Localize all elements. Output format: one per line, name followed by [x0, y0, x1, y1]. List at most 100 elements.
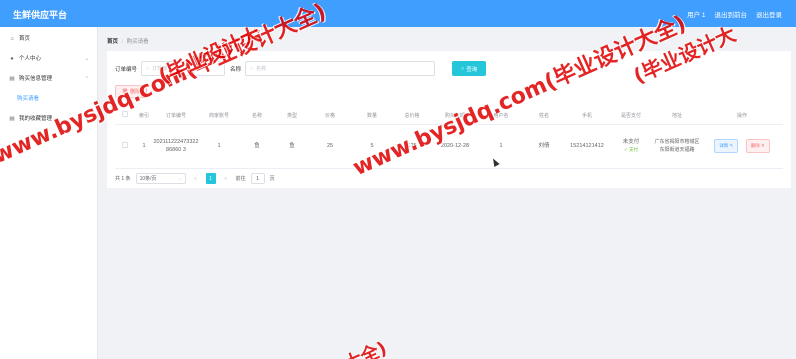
cell-paid: 未支付 ✓ 支付: [609, 124, 653, 169]
cell-realname: 刘倩: [523, 124, 565, 169]
search-icon: ○: [460, 65, 465, 72]
column-header: 是否支付: [609, 107, 653, 125]
page-size-select[interactable]: 10条/页 ⌄: [135, 173, 186, 184]
cell-price: 25: [309, 124, 351, 169]
column-header: 手机: [565, 107, 609, 125]
row-delete-button[interactable]: 删除 ✕: [745, 139, 770, 153]
next-page-button[interactable]: >: [221, 173, 231, 184]
edit-icon: ✎: [729, 143, 734, 148]
query-button[interactable]: ○ 查询: [452, 61, 487, 76]
back-to-front-link[interactable]: 退出到前台: [715, 9, 748, 19]
name-placeholder: 名称: [256, 66, 267, 72]
cell-date: 2020-12-28: [431, 124, 479, 169]
pager-total: 共 1 条: [115, 176, 131, 182]
batch-delete-label: 删除: [130, 89, 141, 95]
column-header: 商家账号: [199, 107, 239, 125]
sidebar-item-label: 我的收藏管理: [19, 116, 53, 122]
name-label: 名称: [230, 66, 242, 73]
name-input[interactable]: ○ 名称: [245, 61, 436, 76]
query-button-label: 查询: [466, 66, 478, 73]
table-header-row: 索引 订单编号 商家账号 名称 类型 价格 数量 总价格 购买日期 用户名 姓名…: [115, 107, 783, 125]
column-header: 名称: [239, 107, 275, 125]
column-header: 地址: [653, 107, 701, 125]
search-icon: ○: [250, 65, 254, 72]
column-header: 数量: [351, 107, 393, 125]
column-header: 购买日期: [431, 107, 479, 125]
cell-phone: 15214121412: [565, 124, 609, 169]
cell-actions: 详情 ✎ 删除 ✕: [701, 124, 783, 169]
table-row: 1 20211122247332286860 3 1 鱼 鱼 25 5 125 …: [115, 124, 783, 169]
chevron-down-icon: ⌄: [178, 176, 182, 181]
select-all-checkbox[interactable]: [122, 111, 128, 118]
row-select-cell[interactable]: [115, 124, 135, 169]
select-all-header[interactable]: [115, 107, 135, 125]
pay-link[interactable]: ✓ 支付: [609, 146, 653, 154]
logout-link[interactable]: 退出登录: [756, 9, 782, 19]
sidebar-item-label: 首页: [19, 36, 31, 42]
page-suffix: 页: [269, 176, 275, 182]
column-header: 操作: [701, 107, 783, 125]
row-checkbox[interactable]: [122, 141, 128, 148]
cell-username: 1: [479, 124, 523, 169]
column-header: 总价格: [393, 107, 431, 125]
content-panel: 订单编号 ○ 订单编号 名称 ○ 名称 类型 ○ 查询 🗑 删除: [107, 51, 791, 188]
top-bar: 生鲜供应平台 用户 1 退出到前台 退出登录: [0, 0, 796, 27]
breadcrumb-current: 购买请看: [126, 39, 149, 45]
order-number-placeholder: 订单编号: [152, 66, 173, 72]
sidebar-item-purchase[interactable]: ▤ 购买信息管理 ⌃: [0, 69, 97, 89]
sidebar-item-label: 购买请看: [17, 96, 40, 102]
batch-delete-button[interactable]: 🗑 删除: [115, 85, 147, 98]
sidebar-item-profile[interactable]: ● 个人中心 ⌄: [0, 49, 97, 69]
column-header: 类型: [275, 107, 309, 125]
search-bar: 订单编号 ○ 订单编号 名称 ○ 名称 类型 ○ 查询: [115, 61, 487, 76]
sidebar-item-home[interactable]: ⌂ 首页: [0, 29, 97, 49]
sidebar-item-label: 个人中心: [19, 56, 42, 62]
cell-qty: 5: [351, 124, 393, 169]
chevron-down-icon: ⌄: [84, 56, 89, 62]
sidebar-item-purchase-list[interactable]: 购买请看: [0, 89, 97, 109]
row-delete-label: 删除: [750, 143, 760, 148]
payment-status: 未支付: [622, 139, 640, 145]
watermark: 大全): [341, 337, 391, 359]
sidebar-item-label: 购买信息管理: [19, 76, 53, 82]
breadcrumb-home[interactable]: 首页: [107, 39, 118, 45]
column-header: 订单编号: [153, 107, 199, 125]
trash-icon: 🗑: [121, 88, 129, 95]
pay-link-label: 支付: [629, 147, 639, 152]
goto-label: 前往: [235, 176, 246, 182]
order-number-input[interactable]: ○ 订单编号: [141, 61, 226, 76]
home-icon: ⌂: [10, 36, 14, 42]
cell-address: 广东省揭阳市榕城区东阳街道天福路: [653, 124, 701, 169]
app-title: 生鲜供应平台: [13, 10, 68, 20]
order-number-label: 订单编号: [115, 66, 138, 73]
chevron-up-icon: ⌃: [84, 76, 89, 82]
orders-table: 索引 订单编号 商家账号 名称 类型 价格 数量 总价格 购买日期 用户名 姓名…: [115, 107, 783, 169]
cell-type: 鱼: [275, 124, 309, 169]
column-header: 价格: [309, 107, 351, 125]
search-icon: ○: [146, 65, 150, 72]
current-page[interactable]: 1: [205, 173, 216, 184]
column-header: 索引: [135, 107, 153, 125]
column-header: 用户名: [479, 107, 523, 125]
top-nav: 用户 1 退出到前台 退出登录: [687, 9, 782, 19]
user-icon: ●: [10, 56, 14, 62]
breadcrumb: 首页 / 购买请看: [107, 37, 149, 45]
cell-index: 1: [135, 124, 153, 169]
page-size-value: 10条/页: [139, 176, 157, 182]
chevron-down-icon: ⌄: [84, 116, 89, 122]
star-icon: ▤: [9, 116, 15, 122]
breadcrumb-separator: /: [121, 39, 124, 45]
sidebar: ⌂ 首页 ● 个人中心 ⌄ ▤ 购买信息管理 ⌃ 购买请看 ▤ 我的收藏管理 ⌄: [0, 27, 98, 359]
cell-order-no: 20211122247332286860 3: [153, 124, 199, 169]
cart-icon: ▤: [9, 76, 15, 82]
column-header: 姓名: [523, 107, 565, 125]
sidebar-item-favorites[interactable]: ▤ 我的收藏管理 ⌄: [0, 109, 97, 129]
prev-page-button[interactable]: <: [191, 173, 201, 184]
cell-name: 鱼: [239, 124, 275, 169]
pagination: 共 1 条 10条/页 ⌄ < 1 > 前往 1 页: [115, 173, 275, 184]
detail-button[interactable]: 详情 ✎: [714, 139, 739, 153]
detail-button-label: 详情: [719, 143, 729, 148]
user-menu[interactable]: 用户 1: [687, 9, 705, 19]
goto-page-input[interactable]: 1: [250, 173, 265, 184]
trash-icon: ✕: [761, 143, 765, 148]
